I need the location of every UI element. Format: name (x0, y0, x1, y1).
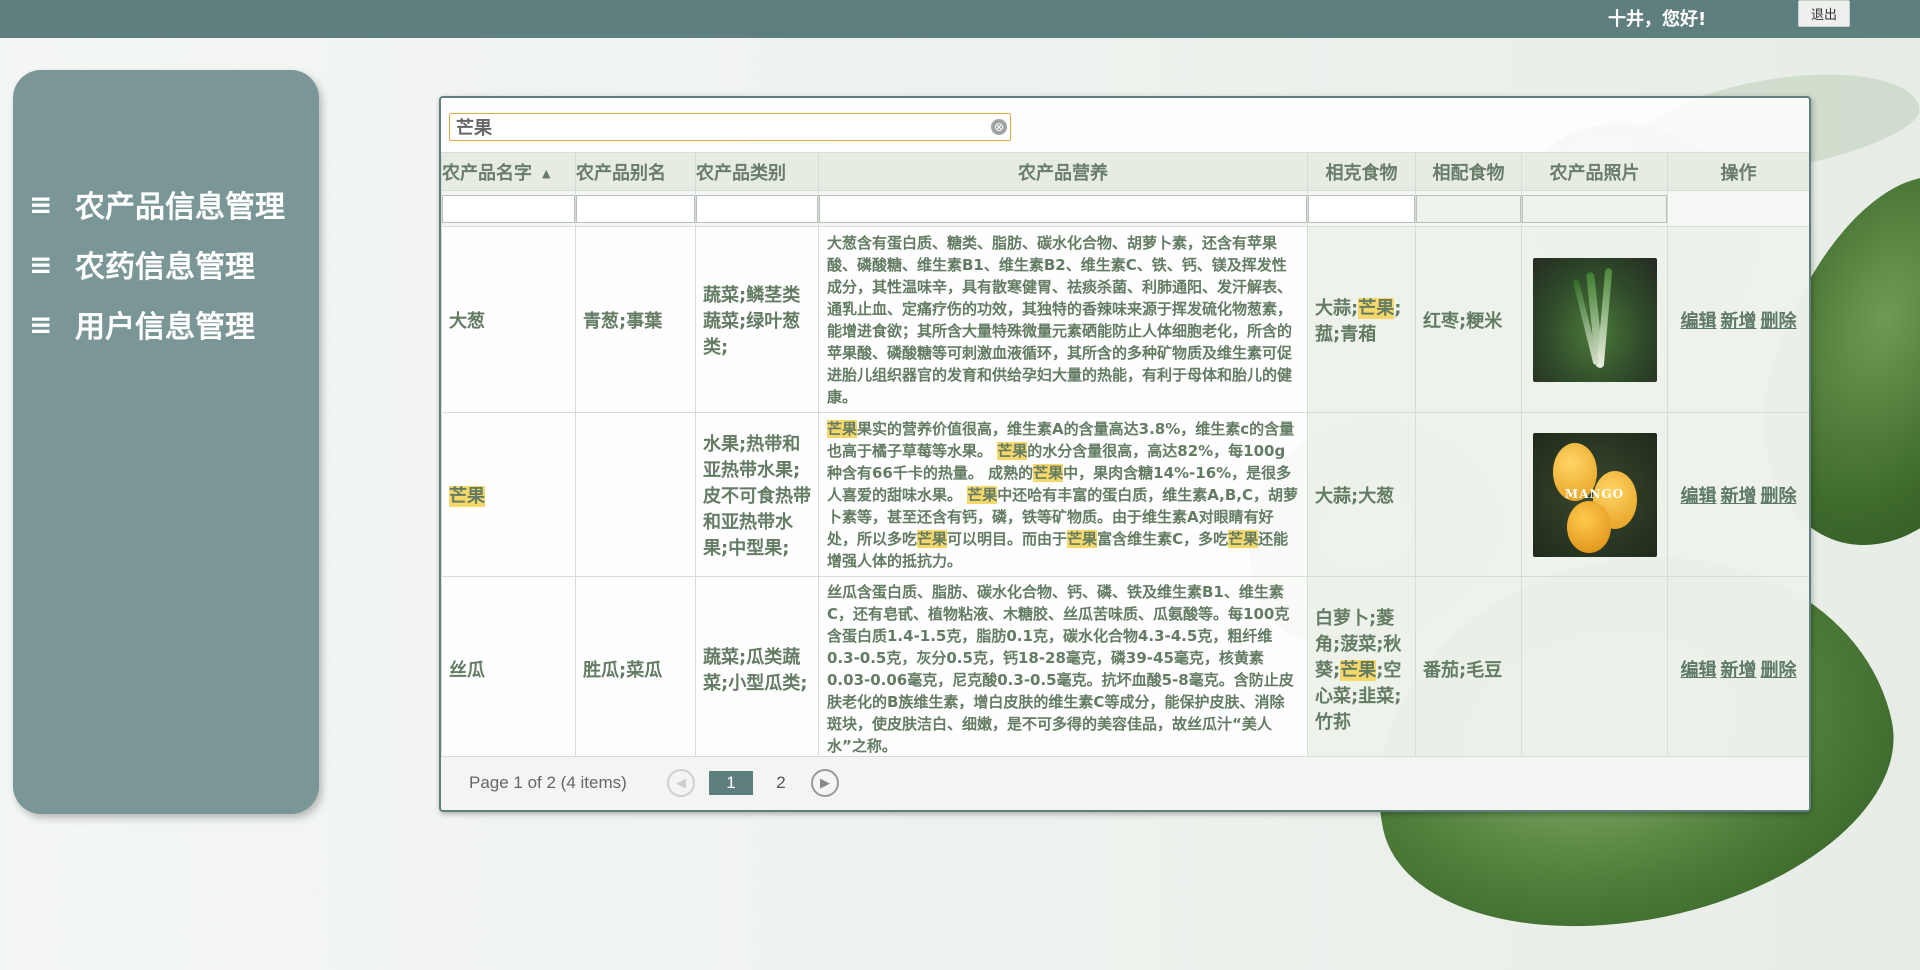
nutrition-text: 可以明目。而由于 (947, 529, 1068, 548)
sidebar-item-products[interactable]: ≡ 农产品信息管理 (29, 182, 285, 226)
search-highlight: 芒果 (917, 529, 948, 548)
add-link[interactable]: 新增 (1721, 660, 1757, 681)
search-highlight: 芒果 (1033, 463, 1064, 482)
search-input[interactable] (450, 114, 982, 140)
add-link[interactable]: 新增 (1721, 311, 1757, 332)
filter-incompatible-input[interactable] (1308, 194, 1415, 223)
search-box: ⊗ (449, 113, 1011, 141)
filter-alias-input[interactable] (576, 194, 695, 223)
green-onion-photo[interactable] (1532, 257, 1657, 382)
edit-link[interactable]: 编辑 (1681, 311, 1717, 332)
table-row[interactable]: 大葱 青葱;事葉 蔬菜;鳞茎类蔬菜;绿叶葱类; 大葱含有蛋白质、糖类、脂肪、碳水… (441, 226, 1809, 413)
delete-link[interactable]: 删除 (1761, 660, 1797, 681)
edit-link[interactable]: 编辑 (1681, 486, 1717, 507)
greeting-text: 十井，您好! (1608, 9, 1707, 30)
column-header-name[interactable]: 农产品名字 ▲ (441, 152, 576, 191)
menu-icon: ≡ (29, 247, 53, 281)
table-row[interactable]: 丝瓜 胜瓜;菜瓜 蔬菜;瓜类蔬菜;小型瓜类; 丝瓜含蛋白质、脂肪、碳水化合物、钙… (441, 576, 1809, 761)
cell-photo (1521, 226, 1668, 413)
cell-name: 大葱 (441, 226, 576, 413)
product-table: 农产品名字 ▲ 农产品别名 农产品类别 农产品营养 相克食物 相配食物 农产品照片… (441, 152, 1809, 761)
cell-incompatible: 白萝卜;菱角;菠菜;秋葵;芒果;空心菜;韭菜;竹荪 (1307, 576, 1416, 761)
filter-actions-cell (1667, 190, 1809, 227)
cell-compatible: 番茄;毛豆 (1415, 576, 1522, 761)
top-bar: 十井，您好! 退出 (0, 0, 1920, 38)
cell-name: 芒果 (441, 412, 576, 577)
search-highlight: 芒果 (997, 441, 1028, 460)
column-header-category[interactable]: 农产品类别 (695, 152, 819, 191)
menu-icon: ≡ (29, 307, 53, 341)
column-header-incompatible[interactable]: 相克食物 (1307, 152, 1416, 191)
mango-photo-caption: MANGO (1564, 486, 1625, 501)
sidebar-item-label: 农产品信息管理 (75, 190, 285, 225)
nutrition-text: 富含维生素C，多吃 (1097, 529, 1229, 548)
add-link[interactable]: 新增 (1721, 486, 1757, 507)
next-page-icon[interactable]: ▶ (811, 769, 839, 797)
search-highlight: 芒果 (827, 419, 858, 438)
cell-category: 蔬菜;鳞茎类蔬菜;绿叶葱类; (695, 226, 819, 413)
cell-nutrition: 丝瓜含蛋白质、脂肪、碳水化合物、钙、磷、铁及维生素B1、维生素C，还有皂甙、植物… (818, 576, 1308, 761)
cell-actions: 编辑 新增 删除 (1667, 412, 1809, 577)
logout-button[interactable]: 退出 (1798, 0, 1850, 27)
sidebar-item-pesticides[interactable]: ≡ 农药信息管理 (29, 242, 255, 286)
menu-icon: ≡ (29, 187, 53, 221)
cell-compatible (1415, 412, 1522, 577)
cell-name: 丝瓜 (441, 576, 576, 761)
filter-name-input[interactable] (442, 194, 575, 223)
cell-incompatible: 大蒜;大葱 (1307, 412, 1416, 577)
sidebar-item-label: 农药信息管理 (75, 250, 255, 285)
table-header-row: 农产品名字 ▲ 农产品别名 农产品类别 农产品营养 相克食物 相配食物 农产品照片… (441, 152, 1809, 191)
table-row[interactable]: 芒果 水果;热带和亚热带水果;皮不可食热带和亚热带水果;中型果; 芒果果实的营养… (441, 412, 1809, 577)
cell-photo: MANGO (1521, 412, 1668, 577)
search-highlight: 芒果 (1228, 529, 1259, 548)
edit-link[interactable]: 编辑 (1681, 660, 1717, 681)
cell-category: 蔬菜;瓜类蔬菜;小型瓜类; (695, 576, 819, 761)
pager: Page 1 of 2 (4 items) ◀ 1 2 ▶ (441, 756, 1809, 810)
filter-photo-input[interactable] (1522, 194, 1667, 223)
search-highlight: 芒果 (1340, 659, 1377, 681)
cell-actions: 编辑 新增 删除 (1667, 226, 1809, 413)
cell-actions: 编辑 新增 删除 (1667, 576, 1809, 761)
filter-row (441, 190, 1809, 227)
cell-alias (575, 412, 696, 577)
mango-photo[interactable]: MANGO (1532, 432, 1657, 557)
search-highlight: 芒果 (1067, 529, 1098, 548)
cell-alias: 青葱;事葉 (575, 226, 696, 413)
pager-info: Page 1 of 2 (4 items) (469, 773, 627, 792)
column-header-photo[interactable]: 农产品照片 (1521, 152, 1668, 191)
cell-photo (1521, 576, 1668, 761)
filter-compatible-input[interactable] (1416, 194, 1521, 223)
column-header-compatible[interactable]: 相配食物 (1415, 152, 1522, 191)
sidebar: ≡ 农产品信息管理 ≡ 农药信息管理 ≡ 用户信息管理 (13, 70, 319, 814)
delete-link[interactable]: 删除 (1761, 311, 1797, 332)
cell-compatible: 红枣;粳米 (1415, 226, 1522, 413)
search-highlight: 芒果 (1358, 297, 1395, 319)
prev-page-icon[interactable]: ◀ (667, 769, 695, 797)
delete-link[interactable]: 删除 (1761, 486, 1797, 507)
cell-nutrition: 芒果果实的营养价值很高，维生素A的含量高达3.8%，维生素c的含量也高于橘子草莓… (818, 412, 1308, 577)
column-header-alias[interactable]: 农产品别名 (575, 152, 696, 191)
column-header-actions: 操作 (1667, 152, 1809, 191)
page-button-2[interactable]: 2 (759, 771, 803, 795)
page-button-1[interactable]: 1 (709, 771, 753, 795)
clear-search-icon[interactable]: ⊗ (991, 119, 1007, 135)
sidebar-item-label: 用户信息管理 (75, 310, 255, 345)
filter-nutrition-input[interactable] (819, 194, 1307, 223)
column-header-nutrition[interactable]: 农产品营养 (818, 152, 1308, 191)
cell-incompatible: 大蒜;芒果;菰;青葙 (1307, 226, 1416, 413)
cell-category: 水果;热带和亚热带水果;皮不可食热带和亚热带水果;中型果; (695, 412, 819, 577)
sort-ascending-icon: ▲ (542, 167, 551, 180)
filter-category-input[interactable] (696, 194, 818, 223)
cell-alias: 胜瓜;菜瓜 (575, 576, 696, 761)
product-grid-panel: ⊗ 农产品名字▲ 农产品别名 农产品类别 农产品营养 相克食物 相配食物 农产品… (439, 96, 1811, 812)
search-highlight: 芒果 (967, 485, 998, 504)
sidebar-item-users[interactable]: ≡ 用户信息管理 (29, 302, 255, 346)
cell-nutrition: 大葱含有蛋白质、糖类、脂肪、碳水化合物、胡萝卜素，还含有苹果酸、磷酸糖、维生素B… (818, 226, 1308, 413)
search-highlight: 芒果 (449, 485, 485, 507)
